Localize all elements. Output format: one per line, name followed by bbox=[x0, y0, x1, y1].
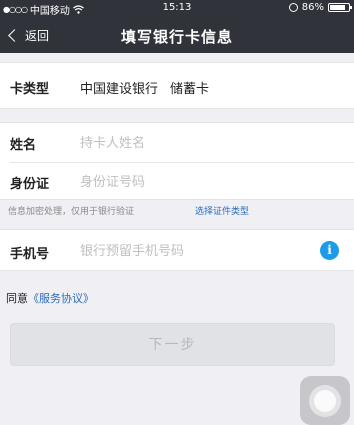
divider bbox=[10, 162, 354, 163]
card-type-row: 卡类型 中国建设银行 储蓄卡 bbox=[0, 62, 354, 109]
assistive-touch-button[interactable] bbox=[300, 376, 350, 425]
battery-fill bbox=[330, 5, 346, 10]
card-type-label: 卡类型 bbox=[10, 82, 50, 97]
phone-row: 手机号 i bbox=[0, 229, 354, 271]
nav-bar: 返回 填写银行卡信息 bbox=[0, 16, 354, 53]
phone-input[interactable] bbox=[80, 240, 310, 262]
status-bar: ●○○○ 中国移动 15:13 86% bbox=[0, 0, 354, 17]
battery-icon bbox=[328, 3, 352, 12]
battery-percent: 86% bbox=[301, 2, 324, 13]
service-agreement-link[interactable]: 《服务协议》 bbox=[28, 292, 94, 305]
header: ●○○○ 中国移动 15:13 86% 返回 填写银行卡信息 bbox=[0, 0, 354, 53]
name-label: 姓名 bbox=[10, 138, 37, 153]
encryption-hint: 信息加密处理，仅用于银行验证 bbox=[8, 207, 135, 217]
id-number-input[interactable] bbox=[80, 171, 310, 193]
status-right: 86% bbox=[288, 2, 352, 13]
info-icon[interactable]: i bbox=[320, 241, 339, 260]
page-title: 填写银行卡信息 bbox=[120, 28, 233, 46]
cardholder-name-input[interactable] bbox=[80, 132, 310, 154]
identity-form: 姓名 身份证 bbox=[0, 122, 354, 200]
id-label: 身份证 bbox=[10, 177, 50, 192]
phone-label: 手机号 bbox=[10, 247, 50, 262]
agreement-line: 同意《服务协议》 bbox=[6, 290, 94, 306]
rotation-lock-icon bbox=[288, 3, 298, 12]
card-kind: 储蓄卡 bbox=[170, 82, 210, 97]
next-step-button[interactable]: 下一步 bbox=[10, 323, 335, 366]
agreement-prefix: 同意 bbox=[6, 292, 28, 305]
bank-name: 中国建设银行 bbox=[80, 82, 159, 97]
select-document-type-link[interactable]: 选择证件类型 bbox=[195, 204, 249, 217]
card-type-value: 中国建设银行 储蓄卡 bbox=[80, 78, 209, 97]
assistive-touch-center bbox=[314, 390, 336, 412]
